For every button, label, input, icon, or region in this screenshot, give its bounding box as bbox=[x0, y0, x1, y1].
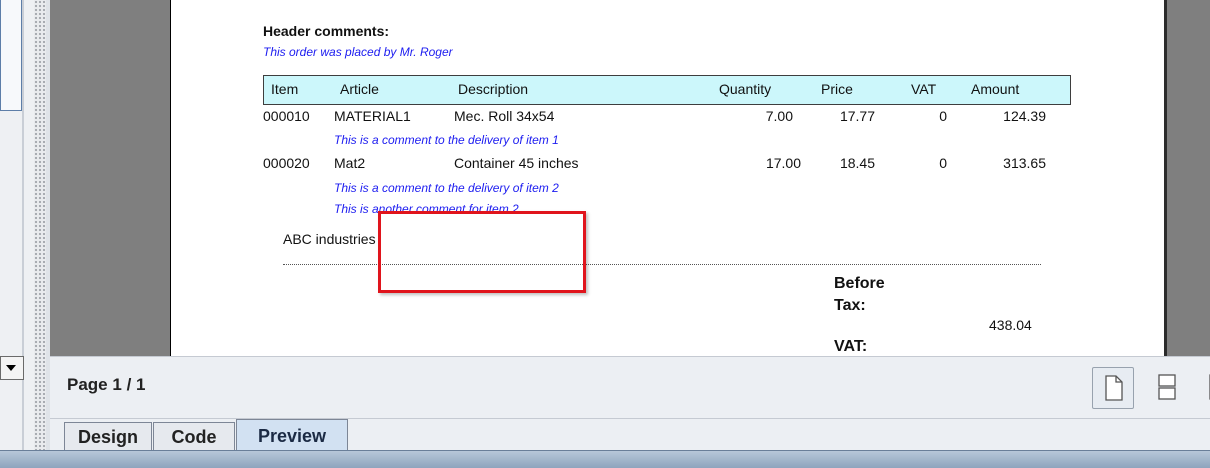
table-row-price: 18.45 bbox=[839, 155, 875, 171]
column-header-quantity: Quantity bbox=[719, 81, 772, 97]
before-tax-label: Before Tax: bbox=[834, 275, 885, 314]
left-dropdown[interactable] bbox=[0, 356, 24, 380]
column-header-amount: Amount bbox=[971, 81, 1020, 97]
table-row-article: MATERIAL1 bbox=[334, 108, 411, 124]
table-row-item: 000010 bbox=[263, 108, 310, 124]
column-header-description: Description bbox=[458, 81, 529, 97]
table-row-amount: 313.65 bbox=[1003, 155, 1046, 171]
table-row-item: 000020 bbox=[263, 155, 310, 171]
document-viewer[interactable]: Header comments: This order was placed b… bbox=[50, 0, 1210, 356]
facing-view-button[interactable] bbox=[1198, 367, 1210, 407]
single-page-view-button[interactable] bbox=[1092, 367, 1134, 409]
column-header-price: Price bbox=[821, 81, 853, 97]
tab-bar: Design Code Preview bbox=[50, 418, 1210, 451]
vat-label: VAT: bbox=[834, 338, 868, 355]
header-comments-label: Header comments: bbox=[263, 23, 390, 39]
table-row-vat: 0 bbox=[939, 155, 947, 171]
item-comment: This is a comment to the delivery of ite… bbox=[334, 181, 559, 195]
facing-pages-icon bbox=[1209, 374, 1210, 400]
continuous-view-button[interactable] bbox=[1148, 367, 1188, 407]
column-header-article: Article bbox=[340, 81, 379, 97]
tab-design[interactable]: Design bbox=[64, 422, 152, 451]
page-label: Page bbox=[67, 375, 108, 394]
taskbar bbox=[0, 450, 1210, 468]
left-scrollbar[interactable] bbox=[0, 0, 22, 111]
company-name: ABC industries bbox=[283, 231, 376, 247]
table-row-price: 17.77 bbox=[839, 108, 875, 124]
continuous-pages-icon bbox=[1158, 374, 1176, 400]
table-row-quantity: 7.00 bbox=[765, 108, 793, 124]
page-separator: / bbox=[126, 375, 132, 394]
table-header: Item Article Description Quantity Price … bbox=[263, 75, 1071, 105]
current-page: 1 bbox=[112, 375, 122, 394]
column-header-item: Item bbox=[271, 81, 299, 97]
table-row-description: Container 45 inches bbox=[454, 155, 579, 171]
table-row-article: Mat2 bbox=[334, 155, 366, 171]
tab-preview[interactable]: Preview bbox=[236, 419, 348, 451]
before-tax-value: 438.04 bbox=[989, 317, 1032, 333]
status-bar: Page 1 / 1 bbox=[50, 356, 1210, 419]
header-comment-text: This order was placed by Mr. Roger bbox=[263, 45, 453, 59]
single-page-icon bbox=[1105, 375, 1123, 401]
table-row-vat: 0 bbox=[939, 108, 947, 124]
highlight-box bbox=[378, 211, 586, 293]
column-header-vat: VAT bbox=[911, 81, 937, 97]
chevron-down-icon bbox=[6, 365, 16, 371]
total-pages: 1 bbox=[136, 375, 146, 394]
table-row-amount: 124.39 bbox=[1003, 108, 1046, 124]
page-indicator: Page 1 / 1 bbox=[67, 375, 146, 395]
left-divider bbox=[22, 0, 24, 467]
page-shadow bbox=[1164, 0, 1167, 356]
item-comment: This is a comment to the delivery of ite… bbox=[334, 133, 559, 147]
left-panel bbox=[0, 0, 34, 467]
table-row-quantity: 17.00 bbox=[765, 155, 801, 171]
table-row-description: Mec. Roll 34x54 bbox=[454, 108, 555, 124]
report-page: Header comments: This order was placed b… bbox=[170, 0, 1165, 356]
tab-code[interactable]: Code bbox=[153, 422, 235, 451]
splitter-handle[interactable] bbox=[34, 0, 46, 450]
